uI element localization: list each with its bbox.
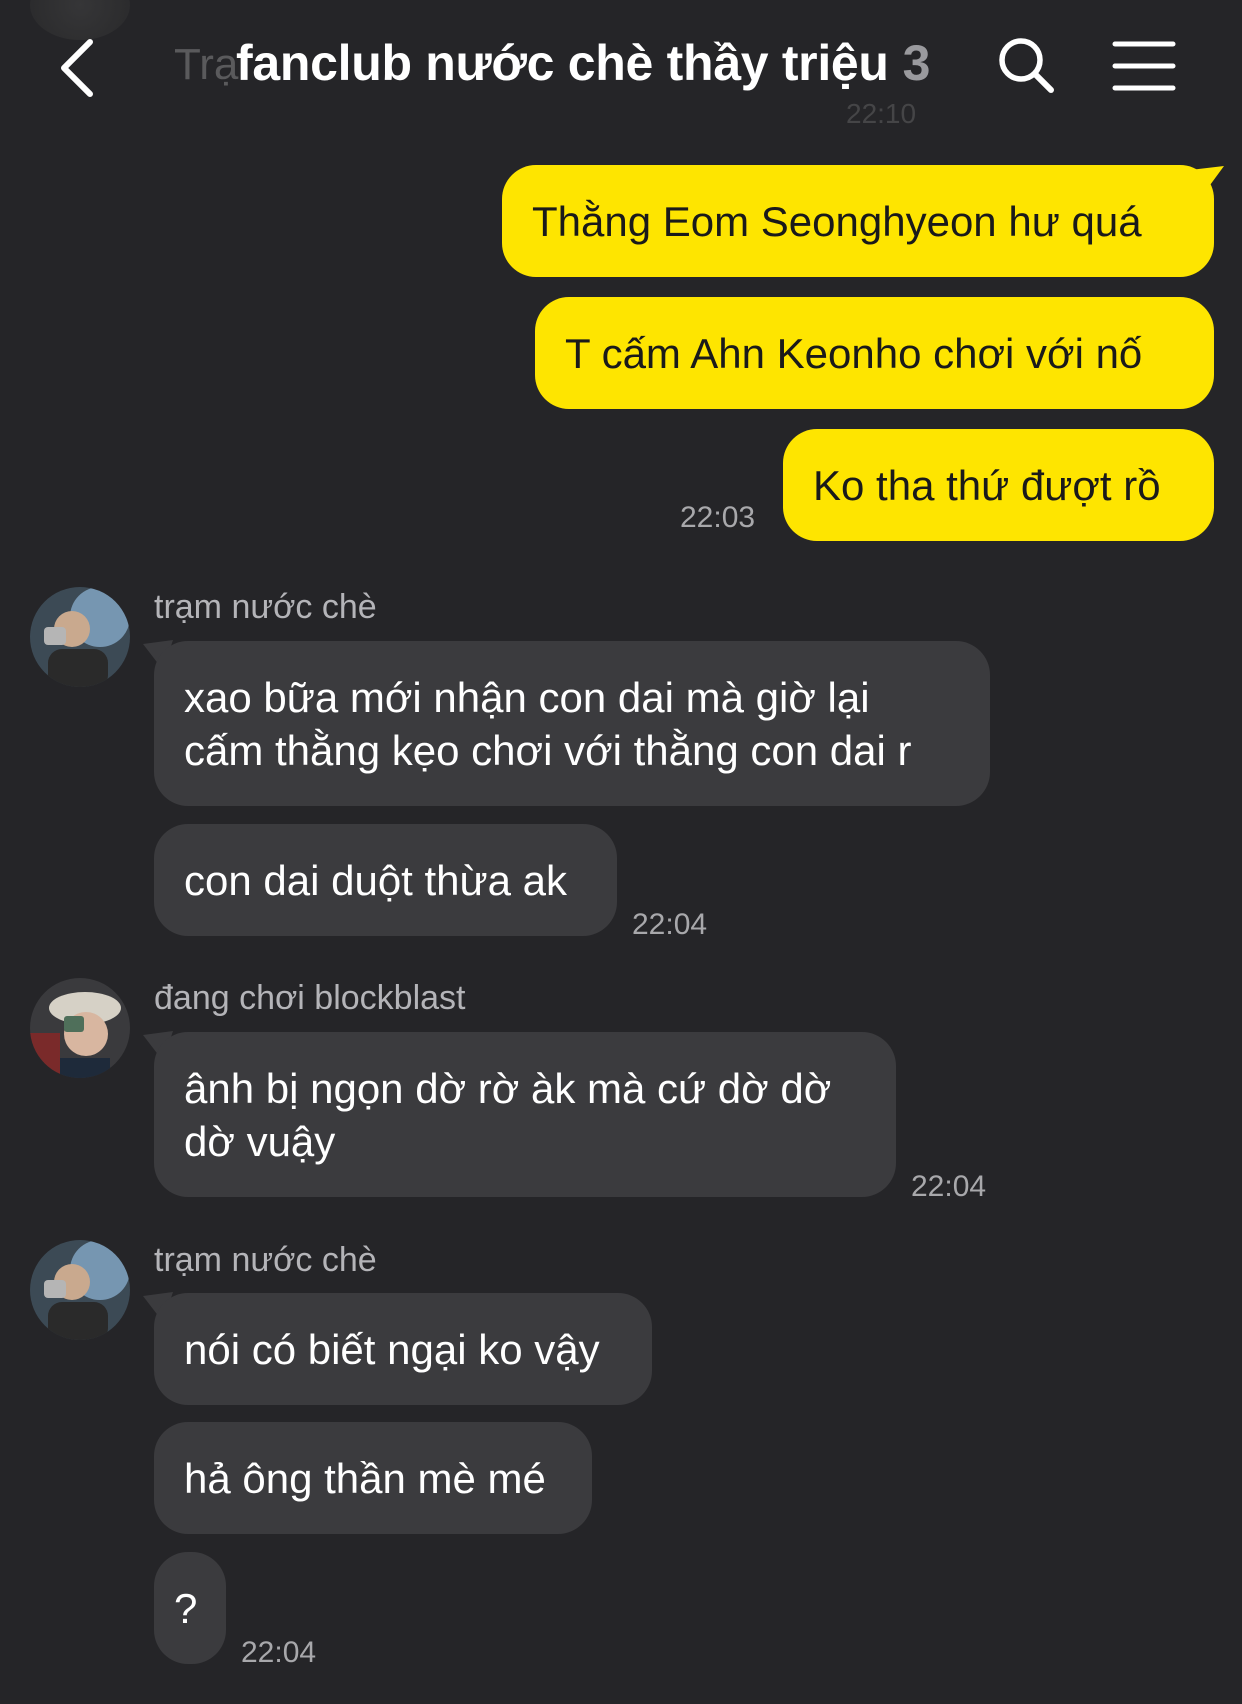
menu-button[interactable]	[1112, 40, 1176, 92]
hamburger-menu-icon	[1112, 41, 1176, 91]
chat-title-text: fanclub nước chè thầy triệu	[236, 35, 889, 91]
message-text: Ko tha thứ đượt rồ	[813, 461, 1161, 509]
message-timestamp: 22:04	[241, 1636, 317, 1669]
message-timestamp: 22:03	[680, 501, 756, 534]
message-text: Thằng Eom Seonghyeon hư quá	[532, 197, 1142, 245]
message-line: xao bữa mới nhận con dai mà giờ lại	[184, 673, 870, 721]
their-message-bubble[interactable]: hả ông thần mè mé	[154, 1422, 592, 1534]
avatar[interactable]	[30, 1240, 130, 1340]
message-line: ânh bị ngọn dờ rờ àk mà cứ dờ dờ	[184, 1064, 832, 1112]
message-text: T cấm Ahn Keonho chơi với nố	[565, 329, 1143, 377]
member-count: 3	[902, 35, 931, 91]
sender-name: trạm nước chè	[154, 588, 377, 626]
message-timestamp: 22:04	[632, 908, 708, 941]
their-message-bubble[interactable]: con dai duột thừa ak	[154, 824, 617, 936]
scrolled-preview-text: Trạ	[174, 40, 239, 89]
message-line: dờ vuậy	[184, 1117, 336, 1165]
chevron-left-icon	[61, 39, 93, 97]
profile-photo-icon	[30, 978, 130, 1078]
profile-photo-icon	[30, 587, 130, 687]
search-icon	[999, 38, 1054, 93]
avatar[interactable]	[30, 587, 130, 687]
profile-photo-icon	[30, 1240, 130, 1340]
message-text: ?	[174, 1584, 198, 1632]
my-message-bubble[interactable]: Thằng Eom Seonghyeon hư quá	[502, 165, 1214, 277]
scrolled-preview-time: 22:10	[846, 98, 917, 129]
message-line: cấm thằng kẹo chơi với thằng con dai r	[184, 726, 912, 774]
chat-title: fanclub nước chè thầy triệu 3	[236, 34, 930, 92]
their-message-bubble[interactable]: xao bữa mới nhận con dai mà giờ lại cấm …	[154, 641, 990, 806]
their-message-bubble[interactable]: ânh bị ngọn dờ rờ àk mà cứ dờ dờ dờ vuậy	[154, 1032, 896, 1197]
their-message-bubble[interactable]: ?	[154, 1552, 226, 1664]
my-message-bubble[interactable]: Ko tha thứ đượt rồ	[783, 429, 1214, 541]
message-text: nói có biết ngại ko vậy	[184, 1325, 600, 1373]
search-button[interactable]	[995, 34, 1057, 96]
chat-header: Trạ 22:10 fanclub nước chè thầy triệu 3	[0, 0, 1242, 135]
message-timestamp: 22:04	[911, 1170, 987, 1203]
my-message-bubble[interactable]: T cấm Ahn Keonho chơi với nố	[535, 297, 1214, 409]
message-text: xao bữa mới nhận con dai mà giờ lại cấm …	[184, 671, 911, 777]
avatar[interactable]	[30, 978, 130, 1078]
message-text: hả ông thần mè mé	[184, 1454, 546, 1502]
sender-name: trạm nước chè	[154, 1241, 377, 1279]
sender-name: đang chơi blockblast	[154, 979, 466, 1017]
message-text: con dai duột thừa ak	[184, 856, 568, 904]
back-button[interactable]	[52, 34, 112, 102]
their-message-bubble[interactable]: nói có biết ngại ko vậy	[154, 1293, 652, 1405]
message-text: ânh bị ngọn dờ rờ àk mà cứ dờ dờ dờ vuậy	[184, 1062, 831, 1168]
